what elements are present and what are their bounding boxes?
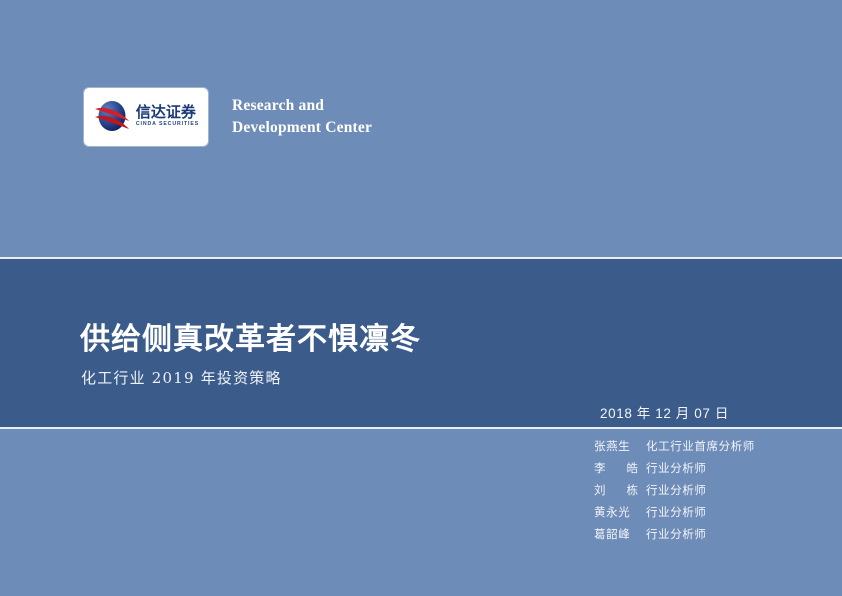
department-name: Research and Development Center <box>232 95 372 139</box>
report-cover-page: 信达证券 CINDA SECURITIES Research and Devel… <box>0 0 842 596</box>
page-subtitle: 化工行业 2019 年投资策略 <box>81 369 282 387</box>
analyst-row: 黄永光 行业分析师 <box>594 504 755 526</box>
analyst-role: 行业分析师 <box>646 505 707 519</box>
analyst-row: 葛韶峰 行业分析师 <box>594 526 755 548</box>
analyst-name: 李皓 <box>594 461 638 475</box>
analyst-role: 行业分析师 <box>646 461 707 475</box>
analyst-row: 张燕生 化工行业首席分析师 <box>594 438 755 460</box>
cover-header-region: 信达证券 CINDA SECURITIES Research and Devel… <box>0 0 842 257</box>
page-title: 供给侧真改革者不惧凛冬 <box>80 322 421 357</box>
analyst-role: 行业分析师 <box>646 483 707 497</box>
cinda-securities-logo-icon <box>94 101 129 131</box>
company-logo-card: 信达证券 CINDA SECURITIES <box>84 88 208 146</box>
analyst-name: 张燕生 <box>594 439 631 453</box>
cover-footer-region: 张燕生 化工行业首席分析师李皓行业分析师刘栋行业分析师 黄永光 行业分析师 葛韶峰 行业分… <box>0 429 842 596</box>
department-line-1: Research and <box>232 97 325 114</box>
analyst-row: 李皓行业分析师 <box>594 460 755 482</box>
department-line-2: Development Center <box>232 119 373 136</box>
analyst-name: 黄永光 <box>594 505 631 519</box>
logo-text-chinese: 信达证券 <box>135 102 196 121</box>
analyst-name: 刘栋 <box>594 483 638 497</box>
analyst-name: 葛韶峰 <box>594 527 631 541</box>
analyst-role: 化工行业首席分析师 <box>646 439 755 453</box>
cover-title-band: 供给侧真改革者不惧凛冬 化工行业 2019 年投资策略 2018 年 12 月 … <box>0 259 842 427</box>
brand-lockup: 信达证券 CINDA SECURITIES Research and Devel… <box>84 88 372 146</box>
logo-text-english: CINDA SECURITIES <box>135 120 200 127</box>
analyst-role: 行业分析师 <box>646 527 707 541</box>
report-date: 2018 年 12 月 07 日 <box>600 406 729 421</box>
analyst-list: 张燕生 化工行业首席分析师李皓行业分析师刘栋行业分析师 黄永光 行业分析师 葛韶峰 行业分… <box>594 438 755 548</box>
analyst-row: 刘栋行业分析师 <box>594 482 755 504</box>
